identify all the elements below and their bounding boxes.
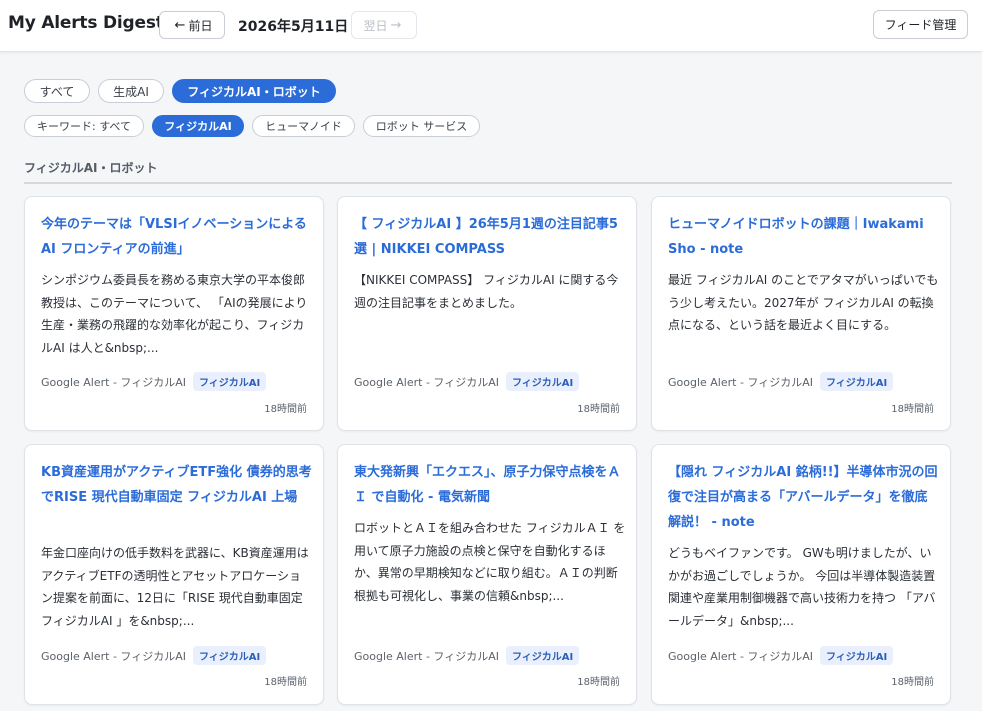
current-date: 2026年5月11日	[238, 19, 349, 35]
article-title[interactable]: 【 フィジカルAI 】26年5月1週の注目記事5選 | NIKKEI COMPA…	[354, 212, 626, 262]
keyword-pill-robot-service[interactable]: ロボット サービス	[363, 115, 480, 137]
article-source: Google Alert - フィジカルAI フィジカルAI	[354, 646, 580, 665]
article-card[interactable]: 【隠れ フィジカルAI 銘柄!!】半導体市況の回復で注目が高まる「アバールデータ…	[651, 444, 951, 705]
article-source: Google Alert - フィジカルAI フィジカルAI	[41, 646, 267, 665]
article-title[interactable]: KB資産運用がアクティブETF強化 債券的思考でRISE 現代自動車固定 フィジ…	[41, 460, 313, 510]
prev-day-button[interactable]: ← 前日	[159, 11, 225, 39]
article-source: Google Alert - フィジカルAI フィジカルAI	[41, 372, 267, 391]
keyword-tag: フィジカルAI	[505, 646, 580, 665]
source-name: Google Alert - フィジカルAI	[668, 375, 813, 389]
top-bar: My Alerts Digest ← 前日 2026年5月11日 翌日 → フィ…	[0, 0, 982, 52]
article-source: Google Alert - フィジカルAI フィジカルAI	[668, 646, 894, 665]
article-card[interactable]: KB資産運用がアクティブETF強化 債券的思考でRISE 現代自動車固定 フィジ…	[24, 444, 324, 705]
arrow-right-icon: →	[390, 17, 402, 33]
article-card[interactable]: 今年のテーマは「VLSIイノベーションによる AI フロンティアの前進」 シンポ…	[24, 196, 324, 431]
article-time: 18時間前	[891, 677, 934, 688]
source-name: Google Alert - フィジカルAI	[668, 649, 813, 663]
article-source: Google Alert - フィジカルAI フィジカルAI	[354, 372, 580, 391]
article-card[interactable]: 東大発新興「エクエス」、原子力保守点検をＡＩ で自動化 - 電気新聞 ロボットと…	[337, 444, 637, 705]
article-title[interactable]: ヒューマノイドロボットの課題｜Iwakami Sho - note	[668, 212, 940, 262]
category-pill-genai[interactable]: 生成AI	[98, 79, 164, 103]
keyword-pill-all[interactable]: キーワード: すべて	[24, 115, 144, 137]
article-snippet: シンポジウム委員長を務める東京大学の平本俊郎 教授は、このテーマについて、 「A…	[41, 273, 308, 355]
article-time: 18時間前	[891, 404, 934, 415]
section-divider	[24, 182, 952, 184]
keyword-tag: フィジカルAI	[192, 372, 267, 391]
section-title: フィジカルAI・ロボット	[24, 161, 158, 175]
article-time: 18時間前	[577, 677, 620, 688]
category-pill-physical-ai-robot[interactable]: フィジカルAI・ロボット	[172, 79, 336, 103]
feed-manage-button[interactable]: フィード管理	[873, 10, 968, 39]
article-snippet: 年金口座向けの低手数料を武器に、KB資産運用はアクティブETFの透明性とアセット…	[41, 546, 309, 628]
arrow-left-icon: ←	[174, 17, 186, 33]
article-time: 18時間前	[264, 404, 307, 415]
article-time: 18時間前	[264, 677, 307, 688]
keyword-tag: フィジカルAI	[819, 372, 894, 391]
article-snippet: 最近 フィジカルAI のことでアタマがいっぱいでもう少し考えたい。2027年が …	[668, 273, 939, 332]
prev-day-label: 前日	[188, 18, 213, 33]
keyword-tag: フィジカルAI	[192, 646, 267, 665]
article-snippet: ロボットとＡＩを組み合わせた フィジカルＡＩ を用いて原子力施設の点検と保守を自…	[354, 521, 626, 603]
next-day-label: 翌日	[363, 18, 388, 33]
keyword-pill-physical-ai[interactable]: フィジカルAI	[152, 115, 244, 137]
article-card[interactable]: 【 フィジカルAI 】26年5月1週の注目記事5選 | NIKKEI COMPA…	[337, 196, 637, 431]
keyword-pill-humanoid[interactable]: ヒューマノイド	[252, 115, 355, 137]
article-time: 18時間前	[577, 404, 620, 415]
article-source: Google Alert - フィジカルAI フィジカルAI	[668, 372, 894, 391]
article-card[interactable]: ヒューマノイドロボットの課題｜Iwakami Sho - note 最近 フィジ…	[651, 196, 951, 431]
category-pill-all[interactable]: すべて	[24, 79, 90, 103]
keyword-tag: フィジカルAI	[819, 646, 894, 665]
next-day-button[interactable]: 翌日 →	[351, 11, 417, 39]
source-name: Google Alert - フィジカルAI	[41, 649, 186, 663]
source-name: Google Alert - フィジカルAI	[41, 375, 186, 389]
article-snippet: 【NIKKEI COMPASS】 フィジカルAI に関する今週の注目記事をまとめ…	[354, 273, 619, 310]
article-title[interactable]: 東大発新興「エクエス」、原子力保守点検をＡＩ で自動化 - 電気新聞	[354, 460, 626, 510]
source-name: Google Alert - フィジカルAI	[354, 649, 499, 663]
article-title[interactable]: 【隠れ フィジカルAI 銘柄!!】半導体市況の回復で注目が高まる「アバールデータ…	[668, 460, 940, 535]
article-title[interactable]: 今年のテーマは「VLSIイノベーションによる AI フロンティアの前進」	[41, 212, 313, 262]
article-snippet: どうもベイファンです。 GWも明けましたが、いかがお過ごしでしょうか。 今回は半…	[668, 546, 936, 628]
source-name: Google Alert - フィジカルAI	[354, 375, 499, 389]
keyword-tag: フィジカルAI	[505, 372, 580, 391]
app-title: My Alerts Digest	[8, 13, 164, 33]
